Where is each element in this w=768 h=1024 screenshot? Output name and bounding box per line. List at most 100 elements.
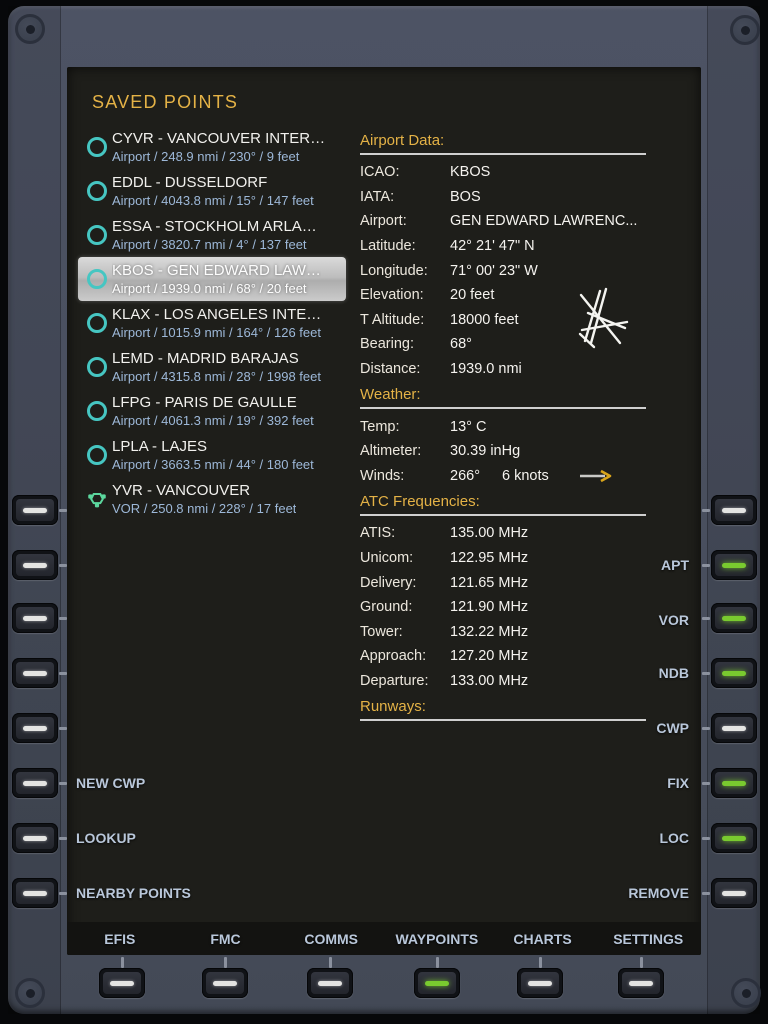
field-value: 42° 21' 47" N — [450, 238, 535, 254]
section-divider — [360, 514, 646, 516]
field-value: 135.00 MHz — [450, 525, 528, 541]
charts-button[interactable] — [517, 968, 563, 998]
airport-data-header: Airport Data: — [360, 130, 646, 151]
atc-frequencies-header: ATC Frequencies: — [360, 491, 646, 512]
airport-circle-icon — [82, 181, 112, 201]
left-softkey-2[interactable] — [12, 550, 58, 580]
field-label: Delivery: — [360, 575, 450, 591]
field-label: ATIS: — [360, 525, 450, 541]
waypoints-button[interactable] — [414, 968, 460, 998]
section-divider — [360, 719, 646, 721]
saved-points-list: CYVR - VANCOUVER INTER… Airport / 248.9 … — [78, 125, 346, 521]
remove-label[interactable]: REMOVE — [628, 885, 689, 901]
fmc-button[interactable] — [202, 968, 248, 998]
left-softkey-1[interactable] — [12, 495, 58, 525]
list-item[interactable]: KLAX - LOS ANGELES INTE… Airport / 1015.… — [78, 301, 346, 345]
point-info: Airport / 1015.9 nmi / 164° / 126 feet — [112, 324, 321, 341]
airport-circle-icon — [82, 137, 112, 157]
airport-circle-icon — [82, 401, 112, 421]
list-item[interactable]: LFPG - PARIS DE GAULLE Airport / 4061.3 … — [78, 389, 346, 433]
field-value: BOS — [450, 189, 481, 205]
loc-label[interactable]: LOC — [659, 830, 689, 846]
point-title: LFPG - PARIS DE GAULLE — [112, 393, 314, 412]
comms-button[interactable] — [307, 968, 353, 998]
tab-fmc[interactable]: FMC — [173, 931, 279, 947]
list-item[interactable]: EDDL - DUSSELDORF Airport / 4043.8 nmi /… — [78, 169, 346, 213]
field-value: 68° — [450, 336, 472, 352]
point-info: Airport / 248.9 nmi / 230° / 9 feet — [112, 148, 325, 165]
nearby-points-label[interactable]: NEARBY POINTS — [76, 885, 191, 901]
detail-panel: Airport Data: ICAO:KBOS IATA:BOS Airport… — [360, 127, 646, 726]
tab-charts[interactable]: CHARTS — [490, 931, 596, 947]
field-label: Departure: — [360, 673, 450, 689]
new-cwp-button[interactable] — [12, 768, 58, 798]
efis-button[interactable] — [99, 968, 145, 998]
fix-button[interactable] — [711, 768, 757, 798]
apt-button[interactable] — [711, 550, 757, 580]
point-info: Airport / 1939.0 nmi / 68° / 20 feet — [112, 280, 321, 297]
tab-waypoints[interactable]: WAYPOINTS — [384, 931, 490, 947]
left-softkey-3[interactable] — [12, 603, 58, 633]
remove-button[interactable] — [711, 878, 757, 908]
list-item[interactable]: LEMD - MADRID BARAJAS Airport / 4315.8 n… — [78, 345, 346, 389]
fix-label[interactable]: FIX — [667, 775, 689, 791]
airport-circle-icon — [82, 445, 112, 465]
field-label: Altimeter: — [360, 443, 450, 459]
field-label: Unicom: — [360, 550, 450, 566]
field-label: Bearing: — [360, 336, 450, 352]
point-info: Airport / 3663.5 nmi / 44° / 180 feet — [112, 456, 314, 473]
point-info: Airport / 3820.7 nmi / 4° / 137 feet — [112, 236, 317, 253]
field-value: KBOS — [450, 164, 490, 180]
right-softkey-1[interactable] — [711, 495, 757, 525]
cwp-label[interactable]: CWP — [656, 720, 689, 736]
screw-icon — [731, 978, 761, 1008]
vor-button[interactable] — [711, 603, 757, 633]
avionics-device: SAVED POINTS CYVR - VANCOUVER INTER… Air… — [0, 0, 768, 1024]
field-label: Latitude: — [360, 238, 450, 254]
vor-label[interactable]: VOR — [659, 612, 689, 628]
airport-circle-icon — [82, 269, 112, 289]
settings-button[interactable] — [618, 968, 664, 998]
left-softkey-4[interactable] — [12, 658, 58, 688]
lookup-label[interactable]: LOOKUP — [76, 830, 136, 846]
apt-label[interactable]: APT — [661, 557, 689, 573]
lookup-button[interactable] — [12, 823, 58, 853]
nearby-points-button[interactable] — [12, 878, 58, 908]
field-value: 18000 feet — [450, 312, 519, 328]
field-label: ICAO: — [360, 164, 450, 180]
list-item[interactable]: ESSA - STOCKHOLM ARLA… Airport / 3820.7 … — [78, 213, 346, 257]
tab-efis[interactable]: EFIS — [67, 931, 173, 947]
field-value: 132.22 MHz — [450, 624, 528, 640]
cwp-button[interactable] — [711, 713, 757, 743]
field-value: 20 feet — [450, 287, 494, 303]
point-title: YVR - VANCOUVER — [112, 481, 296, 500]
tab-comms[interactable]: COMMS — [278, 931, 384, 947]
wind-speed-value: 6 knots — [502, 468, 549, 484]
field-value: 71° 00' 23" W — [450, 263, 538, 279]
field-label: Ground: — [360, 599, 450, 615]
page-title: SAVED POINTS — [92, 92, 238, 113]
ndb-button[interactable] — [711, 658, 757, 688]
tab-settings[interactable]: SETTINGS — [595, 931, 701, 947]
list-item[interactable]: CYVR - VANCOUVER INTER… Airport / 248.9 … — [78, 125, 346, 169]
field-label: Distance: — [360, 361, 450, 377]
left-softkey-5[interactable] — [12, 713, 58, 743]
list-item[interactable]: LPLA - LAJES Airport / 3663.5 nmi / 44° … — [78, 433, 346, 477]
field-label: Elevation: — [360, 287, 450, 303]
field-value: 127.20 MHz — [450, 648, 528, 664]
field-label: Winds: — [360, 468, 450, 484]
field-value: 121.90 MHz — [450, 599, 528, 615]
airport-circle-icon — [82, 313, 112, 333]
loc-button[interactable] — [711, 823, 757, 853]
field-value: GEN EDWARD LAWRENC... — [450, 213, 637, 229]
field-label: Airport: — [360, 213, 450, 229]
new-cwp-label[interactable]: NEW CWP — [76, 775, 145, 791]
display-screen: SAVED POINTS CYVR - VANCOUVER INTER… Air… — [67, 67, 701, 955]
ndb-label[interactable]: NDB — [659, 665, 689, 681]
point-title: LPLA - LAJES — [112, 437, 314, 456]
list-item[interactable]: YVR - VANCOUVER VOR / 250.8 nmi / 228° /… — [78, 477, 346, 521]
list-item-selected[interactable]: KBOS - GEN EDWARD LAW… Airport / 1939.0 … — [78, 257, 346, 301]
weather-header: Weather: — [360, 384, 646, 405]
wind-direction-arrow-icon — [579, 469, 615, 483]
point-title: KBOS - GEN EDWARD LAW… — [112, 261, 321, 280]
